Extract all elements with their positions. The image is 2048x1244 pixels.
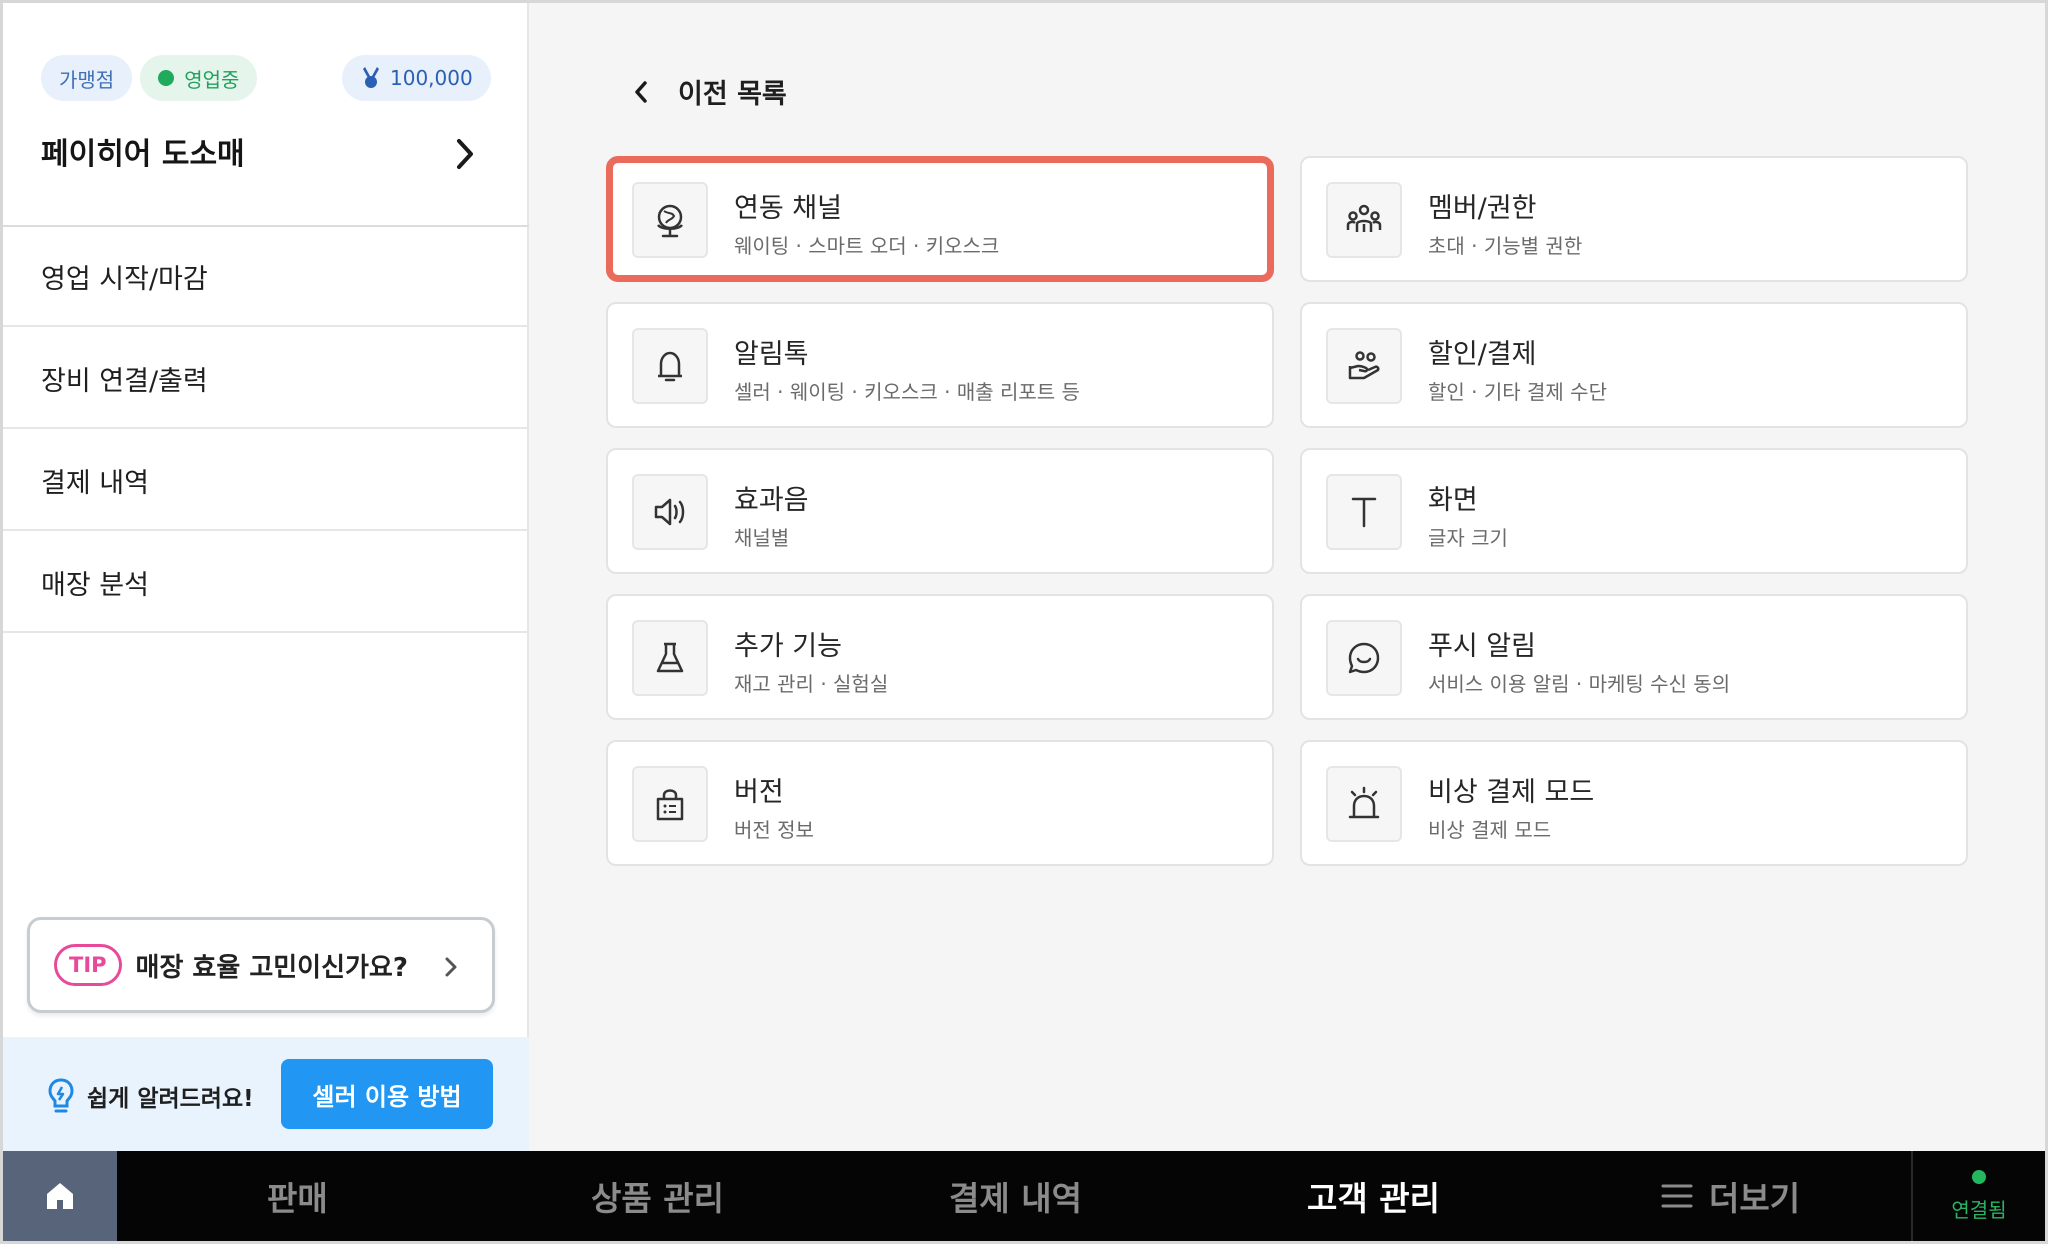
card-icon-box [1326,474,1402,550]
connection-status: 연결됨 [1911,1151,2045,1241]
sidebar-item-label: 매장 분석 [41,569,149,601]
card-icon-box [632,620,708,696]
settings-card-alimtalk[interactable]: 알림톡 셀러 · 웨이팅 · 키오스크 · 매출 리포트 등 [606,302,1274,428]
flask-icon [656,642,684,673]
franchise-badge-label: 가맹점 [59,67,115,92]
medal-icon [363,67,379,88]
connection-status-label: 연결됨 [1951,1197,2007,1222]
card-subtitle: 초대 · 기능별 권한 [1428,234,1583,258]
store-name[interactable]: 페이히어 도소매 [41,129,245,173]
sidebar-item-business-open-close[interactable]: 영업 시작/마감 [3,227,529,327]
card-title: 추가 기능 [734,631,842,662]
nav-tab-label: 판매 [267,1179,328,1218]
card-title: 효과음 [734,485,809,516]
points-value: 100,000 [390,66,473,90]
card-icon-box [632,766,708,842]
seller-guide-button[interactable]: 셀러 이용 방법 [281,1059,493,1129]
text-size-icon [1351,497,1377,528]
open-status-label: 영업중 [184,67,240,92]
card-icon-box [632,328,708,404]
settings-card-version[interactable]: 버전 버전 정보 [606,740,1274,866]
nav-tab-sales[interactable]: 판매 [267,1151,328,1241]
help-text: 쉽게 알려드려요! [87,1086,254,1112]
sidebar-item-store-analytics[interactable]: 매장 분석 [3,533,529,633]
tip-text: 매장 효율 고민이신가요? [135,952,408,983]
sidebar-item-label: 영업 시작/마감 [41,263,208,295]
back-button[interactable]: 이전 목록 [632,72,787,111]
sidebar-item-device-connection[interactable]: 장비 연결/출력 [3,329,529,429]
open-status-badge: 영업중 [140,55,258,101]
lightbulb-icon [48,1078,74,1113]
card-title: 연동 채널 [734,193,842,224]
connected-dot-icon [1972,1169,1986,1184]
card-icon-box [632,474,708,550]
chevron-right-icon[interactable] [451,137,479,171]
franchise-badge: 가맹점 [41,55,133,101]
sidebar-item-label: 장비 연결/출력 [41,365,208,397]
card-icon-box [1326,182,1402,258]
card-icon-box [1326,328,1402,404]
nav-tab-payments[interactable]: 결제 내역 [949,1151,1082,1241]
siren-icon [1348,786,1380,819]
sidebar-item-payment-history[interactable]: 결제 내역 [3,431,529,531]
sidebar-item-label: 결제 내역 [41,467,149,499]
card-subtitle: 버전 정보 [734,818,814,842]
bag-icon [656,789,684,821]
back-label: 이전 목록 [678,79,787,110]
card-title: 버전 [734,777,784,808]
store-badges: 가맹점 영업중 100,000 [41,55,491,101]
card-title: 할인/결제 [1428,339,1537,370]
help-bar: 쉽게 알려드려요! 셀러 이용 방법 [3,1037,529,1151]
bell-icon [658,351,682,382]
chevron-right-icon [445,957,457,977]
members-icon [1346,204,1382,232]
home-icon [47,1183,73,1209]
nav-tab-label: 고객 관리 [1307,1179,1440,1218]
sidebar: 가맹점 영업중 100,000 페이히어 도소매 영업 시작/마감 장비 연결/… [3,3,529,1151]
settings-card-push-notifications[interactable]: 푸시 알림 서비스 이용 알림 · 마케팅 수신 동의 [1300,594,1968,720]
nav-tab-label: 상품 관리 [591,1179,724,1218]
card-subtitle: 셀러 · 웨이팅 · 키오스크 · 매출 리포트 등 [734,380,1080,404]
settings-card-sound-effects[interactable]: 효과음 채널별 [606,448,1274,574]
tip-badge: TIP [54,944,122,986]
open-status-dot-icon [158,70,175,86]
card-icon-box [632,182,708,258]
settings-card-discount-payment[interactable]: 할인/결제 할인 · 기타 결제 수단 [1300,302,1968,428]
chat-smile-icon [1348,642,1380,674]
card-subtitle: 글자 크기 [1428,526,1508,550]
card-subtitle: 웨이팅 · 스마트 오더 · 키오스크 [734,234,1000,258]
chevron-left-icon [635,80,647,103]
nav-tab-label: 더보기 [1709,1179,1801,1218]
speaker-icon [654,498,685,526]
card-title: 비상 결제 모드 [1428,777,1595,808]
card-subtitle: 비상 결제 모드 [1428,818,1552,842]
card-title: 푸시 알림 [1428,631,1536,662]
card-subtitle: 재고 관리 · 실험실 [734,672,889,696]
settings-card-display[interactable]: 화면 글자 크기 [1300,448,1968,574]
settings-card-members[interactable]: 멤버/권한 초대 · 기능별 권한 [1300,156,1968,282]
hand-coins-icon [1348,351,1380,380]
bottom-nav: 판매 상품 관리 결제 내역 고객 관리 더보기 연결됨 [3,1151,2045,1241]
settings-card-linked-channels[interactable]: 연동 채널 웨이팅 · 스마트 오더 · 키오스크 [606,156,1274,282]
globe-icon [657,204,683,238]
card-icon-box [1326,766,1402,842]
card-icon-box [1326,620,1402,696]
points-badge[interactable]: 100,000 [342,55,491,101]
nav-tab-more[interactable]: 더보기 [1661,1151,1800,1241]
settings-card-emergency-payment[interactable]: 비상 결제 모드 비상 결제 모드 [1300,740,1968,866]
card-subtitle: 채널별 [734,526,790,550]
hamburger-menu-icon [1661,1184,1693,1208]
card-subtitle: 할인 · 기타 결제 수단 [1428,380,1607,404]
card-title: 화면 [1428,485,1478,516]
nav-tab-products[interactable]: 상품 관리 [591,1151,724,1241]
card-title: 알림톡 [734,339,809,370]
nav-tab-customers[interactable]: 고객 관리 [1307,1151,1440,1241]
settings-card-additional-features[interactable]: 추가 기능 재고 관리 · 실험실 [606,594,1274,720]
card-subtitle: 서비스 이용 알림 · 마케팅 수신 동의 [1428,672,1731,696]
nav-tab-label: 결제 내역 [949,1179,1082,1218]
tip-banner[interactable]: TIP 매장 효율 고민이신가요? [27,917,495,1013]
card-title: 멤버/권한 [1428,193,1537,224]
nav-home-button[interactable] [3,1151,117,1241]
